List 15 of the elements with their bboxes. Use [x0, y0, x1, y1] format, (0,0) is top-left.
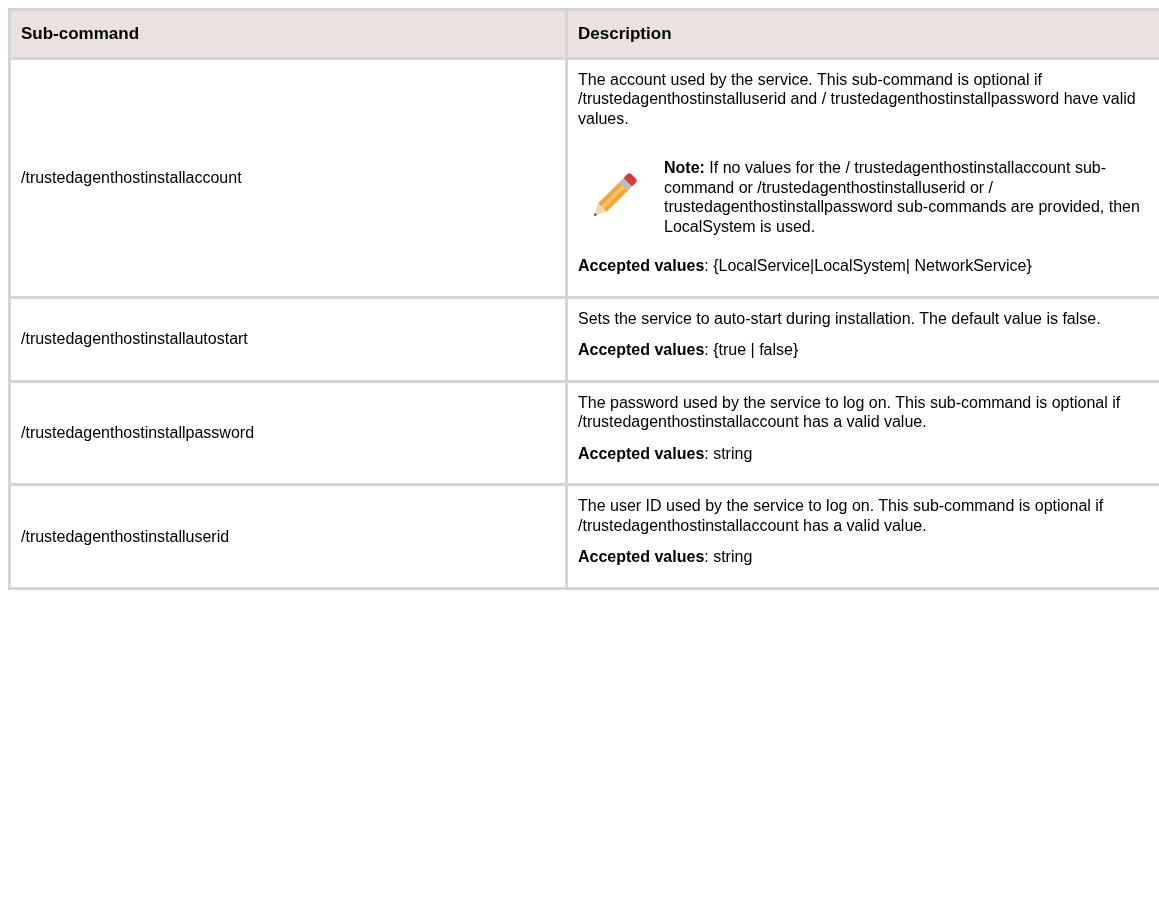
note-text: Note: If no values for the / trustedagenthostinstallaccount sub-command or /trustedagenthostinstalluserid or / trustedagenthostinstallpassword sub-commands are provided, then LocalSystem is used. [664, 158, 1141, 236]
description-text: The account used by the service. This sub-command is optional if /trustedagenthostinstalluserid and / trustedagenthostinstallpassword have valid values. [578, 69, 1137, 128]
description-text: Accepted values: string [578, 547, 754, 567]
subcommand-cell: /trustedagenthostinstallaccount [21, 167, 242, 188]
description-text: The password used by the service to log on. This sub-command is optional if /trustedagenthostinstallaccount has a valid value. [578, 392, 1122, 432]
description-text: Accepted values: {true | false} [578, 340, 800, 360]
description-text: Sets the service to auto-start during installation. The default value is false. [578, 308, 1102, 328]
description-text: Accepted values: string [578, 443, 754, 463]
subcommand-cell: /trustedagenthostinstalluserid [21, 526, 230, 546]
subcommand-cell: /trustedagenthostinstallautostart [21, 329, 248, 349]
subcommand-cell: /trustedagenthostinstallpassword [21, 423, 255, 443]
description-text: The user ID used by the service to log on. This sub-command is optional if /trustedagenthostinstallaccount has a valid value. [578, 496, 1105, 535]
description-text: Accepted values: {LocalService|LocalSystem| NetworkService} [578, 256, 1033, 276]
column-header: Sub-command [11, 11, 568, 57]
column-header: Description [577, 23, 673, 45]
